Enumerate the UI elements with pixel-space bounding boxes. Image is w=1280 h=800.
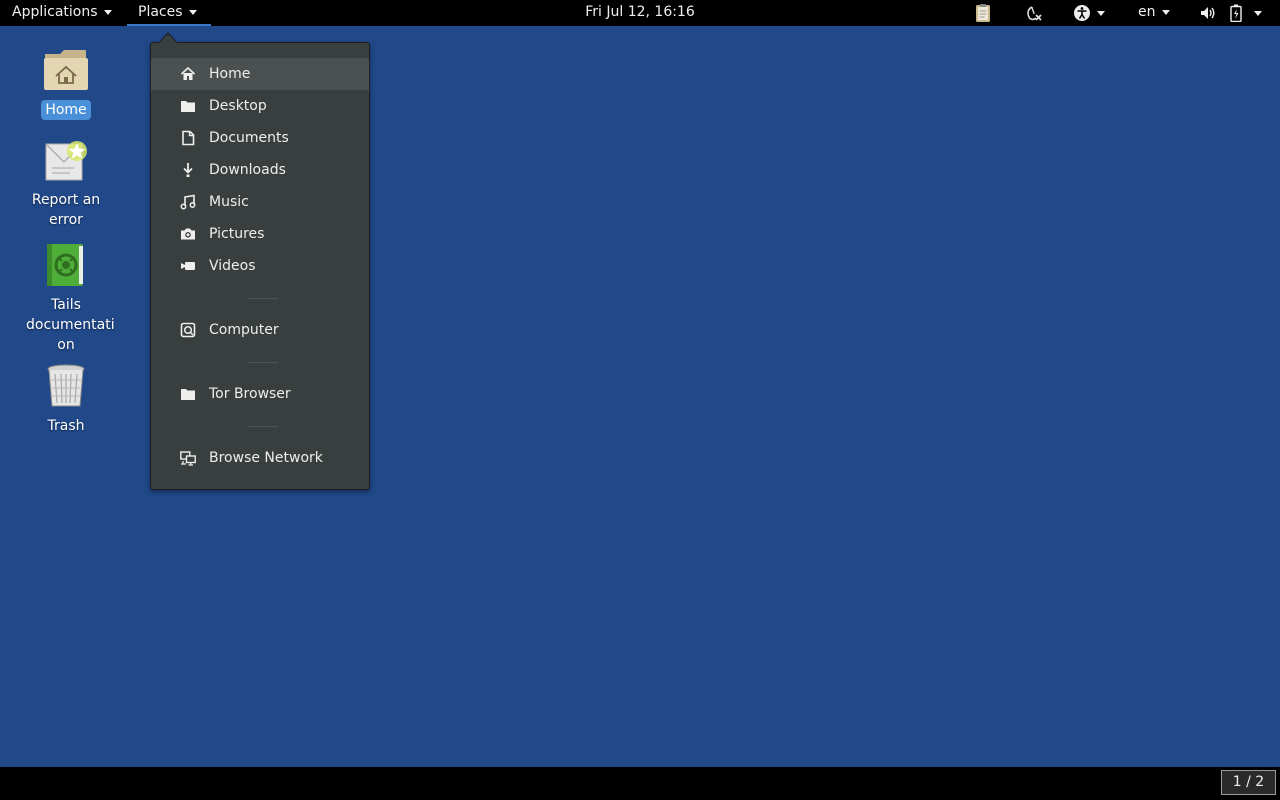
menu-arrow-fill — [159, 34, 177, 43]
chevron-down-icon — [1097, 11, 1105, 16]
desktop-icon-label: Home — [41, 100, 91, 120]
desktop-icon-tails-documentation[interactable]: Tails documentati on — [22, 241, 115, 355]
chevron-down-icon — [1161, 9, 1170, 15]
menu-item-label: Music — [209, 194, 249, 210]
places-item-documents[interactable]: Documents — [151, 122, 369, 154]
places-menu: Home Desktop Documents Downloads Music P… — [150, 42, 370, 490]
places-item-browse-network[interactable]: Browse Network — [151, 442, 369, 474]
chevron-down-icon — [188, 9, 197, 15]
places-item-computer[interactable]: Computer — [151, 314, 369, 346]
desktop-icon-label: Tails — [51, 297, 81, 313]
battery-icon — [1230, 4, 1242, 22]
chevron-down-icon — [1254, 11, 1262, 16]
accessibility-menu[interactable] — [1073, 0, 1113, 26]
menu-separator — [248, 426, 278, 427]
menu-item-label: Downloads — [209, 162, 286, 178]
menu-item-label: Computer — [209, 322, 279, 338]
places-label: Places — [138, 4, 183, 20]
clock-button[interactable]: Fri Jul 12, 16:16 — [585, 4, 695, 20]
menu-item-label: Videos — [209, 258, 256, 274]
places-item-pictures[interactable]: Pictures — [151, 218, 369, 250]
desktop-icon-report-error[interactable]: Report an error — [22, 136, 110, 230]
desktop-icon-label: documentati — [26, 317, 115, 333]
volume-icon — [1201, 7, 1215, 19]
menu-item-label: Pictures — [209, 226, 265, 242]
top-panel: Applications Places Fri Jul 12, 16:16 en — [0, 0, 1280, 26]
tails-documentation-icon — [47, 244, 83, 286]
clipboard-icon[interactable] — [973, 3, 993, 23]
workspace-switcher[interactable]: 1 / 2 — [1221, 770, 1276, 795]
report-error-icon — [45, 141, 87, 181]
desktop-icon-home[interactable]: Home — [22, 46, 110, 120]
computer-icon — [180, 322, 196, 338]
music-icon — [180, 194, 196, 210]
network-icon — [180, 451, 196, 466]
menu-item-label: Desktop — [209, 98, 267, 114]
folder-icon — [181, 389, 195, 400]
bottom-panel: 1 / 2 — [0, 767, 1280, 800]
home-icon — [180, 66, 196, 80]
tor-status-icon[interactable] — [1023, 3, 1043, 23]
desktop-icon-label: error — [49, 212, 83, 228]
desktop-icon-label: on — [57, 337, 75, 353]
menu-item-label: Documents — [209, 130, 289, 146]
chevron-down-icon — [103, 9, 112, 15]
places-item-tor-browser[interactable]: Tor Browser — [151, 378, 369, 410]
places-item-music[interactable]: Music — [151, 186, 369, 218]
menu-item-label: Browse Network — [209, 450, 323, 466]
desktop-icon-label: Trash — [47, 418, 85, 434]
applications-menu-button[interactable]: Applications — [12, 0, 112, 26]
places-item-downloads[interactable]: Downloads — [151, 154, 369, 186]
keyboard-language-menu[interactable]: en — [1138, 0, 1170, 26]
system-menu[interactable] — [1198, 0, 1268, 26]
places-item-home[interactable]: Home — [151, 58, 369, 90]
accessibility-icon — [1074, 5, 1090, 21]
video-icon — [181, 262, 195, 270]
download-icon — [183, 163, 193, 177]
document-icon — [182, 130, 195, 146]
menu-separator — [248, 298, 278, 299]
places-item-desktop[interactable]: Desktop — [151, 90, 369, 122]
places-item-videos[interactable]: Videos — [151, 250, 369, 282]
desktop-icon-trash[interactable]: Trash — [22, 362, 110, 436]
trash-icon — [47, 364, 85, 407]
menu-separator — [248, 362, 278, 363]
camera-icon — [181, 228, 195, 240]
places-menu-button[interactable]: Places — [127, 0, 211, 26]
menu-item-label: Home — [209, 66, 251, 82]
desktop-icon-label: Report an — [31, 192, 101, 208]
applications-label: Applications — [12, 4, 98, 20]
language-label: en — [1138, 4, 1156, 20]
home-folder-icon — [44, 50, 88, 90]
menu-item-label: Tor Browser — [209, 386, 291, 402]
folder-icon — [181, 101, 195, 112]
